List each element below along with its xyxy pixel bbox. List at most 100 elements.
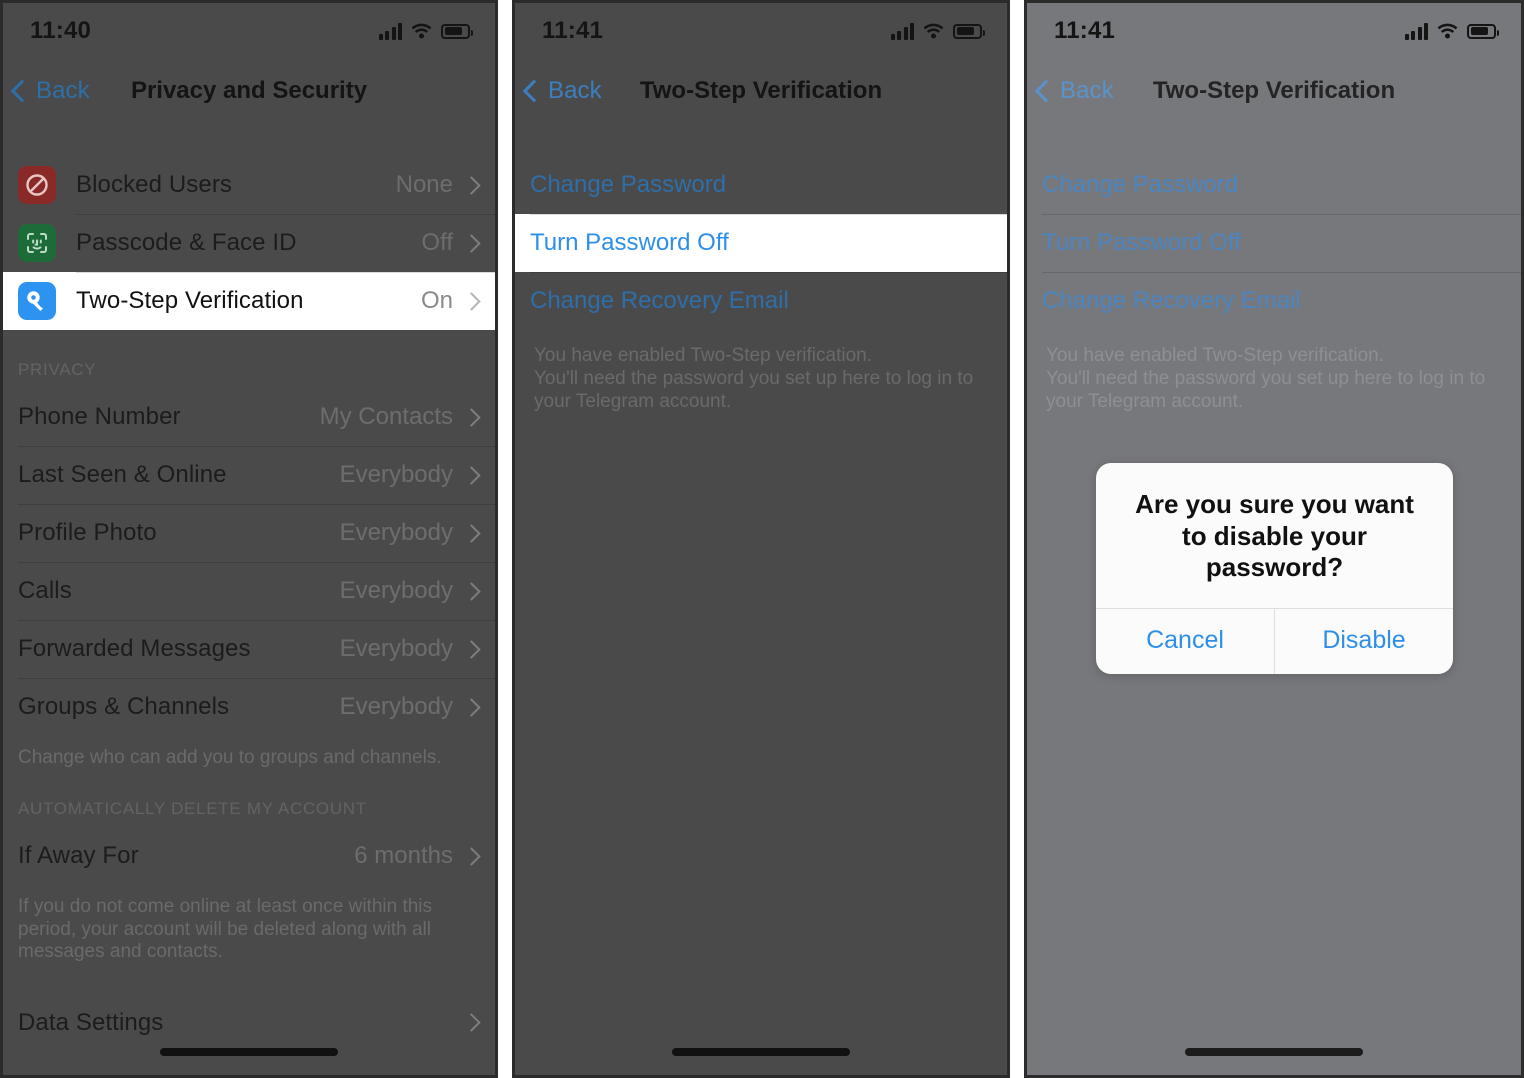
row-label: Calls	[18, 577, 72, 604]
three-panel-screenshot-collage: 11:40 Back Privacy and Security Blocked …	[0, 0, 1524, 1078]
phone-screen-privacy-and-security: 11:40 Back Privacy and Security Blocked …	[0, 0, 498, 1078]
link-change-password[interactable]: Change Password	[512, 156, 1010, 214]
status-bar-time: 11:40	[30, 17, 92, 44]
panel-top-edge	[0, 0, 498, 3]
blocked-users-icon	[18, 166, 56, 204]
wifi-icon	[923, 23, 944, 39]
home-indicator	[160, 1048, 338, 1056]
back-button-label: Back	[548, 77, 602, 104]
row-label: Profile Photo	[18, 519, 157, 546]
alert-title: Are you sure you want to disable your pa…	[1135, 489, 1414, 583]
wifi-icon	[411, 23, 432, 39]
row-phone-number[interactable]: Phone Number My Contacts	[0, 388, 498, 446]
privacy-section: Phone Number My Contacts Last Seen & Onl…	[0, 388, 498, 736]
phone-screen-two-step-verification: 11:41 Back Two-Step Verification Change …	[512, 0, 1010, 1078]
home-indicator	[672, 1048, 850, 1056]
row-profile-photo[interactable]: Profile Photo Everybody	[0, 504, 498, 562]
privacy-section-footer: Change who can add you to groups and cha…	[18, 747, 442, 768]
cellular-signal-icon	[890, 22, 914, 40]
face-id-icon	[18, 224, 56, 262]
chevron-right-icon	[462, 581, 481, 601]
chevron-right-icon	[462, 465, 481, 485]
back-button-label: Back	[36, 77, 90, 104]
chevron-right-icon	[462, 639, 481, 659]
row-label: Data Settings	[18, 1008, 164, 1036]
row-value: 6 months	[354, 842, 453, 870]
chevron-right-icon	[462, 1013, 481, 1032]
chevron-left-icon	[522, 79, 546, 103]
chevron-right-icon	[462, 847, 481, 866]
row-calls[interactable]: Calls Everybody	[0, 562, 498, 620]
link-turn-password-off[interactable]: Turn Password Off	[512, 214, 1010, 272]
row-blocked-users[interactable]: Blocked Users None	[0, 156, 498, 214]
status-bar-time: 11:41	[542, 17, 604, 44]
chevron-right-icon	[462, 697, 481, 717]
row-value: Off	[421, 229, 453, 256]
row-label: Groups & Channels	[18, 693, 230, 720]
link-label: Change Recovery Email	[530, 287, 789, 314]
phone-screen-disable-password-alert: 11:41 Back Two-Step Verification Change …	[1024, 0, 1524, 1078]
row-forwarded-messages[interactable]: Forwarded Messages Everybody	[0, 620, 498, 678]
row-label: Last Seen & Online	[18, 461, 227, 488]
panel-right-edge	[495, 0, 498, 1078]
panel-left-edge	[512, 0, 515, 1078]
status-bar-icons	[378, 22, 473, 40]
battery-icon	[953, 23, 985, 39]
cellular-signal-icon	[378, 22, 402, 40]
privacy-section-header: PRIVACY	[18, 360, 97, 379]
row-label: Passcode & Face ID	[76, 229, 297, 256]
cancel-button[interactable]: Cancel	[1096, 609, 1274, 674]
row-data-settings[interactable]: Data Settings	[0, 994, 498, 1052]
home-indicator	[1185, 1048, 1363, 1056]
row-value: Everybody	[339, 577, 453, 604]
two-step-actions-section: Change Password Turn Password Off Change…	[512, 156, 1010, 330]
auto-delete-section-header: AUTOMATICALLY DELETE MY ACCOUNT	[18, 799, 367, 819]
battery-icon	[441, 23, 473, 39]
row-value: On	[420, 287, 453, 314]
chevron-right-icon	[462, 175, 481, 195]
panel-left-edge	[1024, 0, 1027, 1078]
chevron-right-icon	[462, 523, 481, 543]
row-label: If Away For	[18, 842, 139, 870]
status-bar-icons	[890, 22, 985, 40]
row-value: Everybody	[339, 635, 453, 662]
nav-bar: Back Two-Step Verification	[512, 62, 1010, 120]
back-button[interactable]: Back	[0, 77, 90, 105]
row-value: Everybody	[339, 519, 453, 546]
row-label: Two-Step Verification	[76, 287, 304, 314]
chevron-left-icon	[10, 79, 34, 103]
row-value: None	[395, 171, 453, 198]
row-two-step-verification[interactable]: Two-Step Verification On	[0, 272, 498, 330]
chevron-right-icon	[462, 233, 481, 253]
row-passcode-face-id[interactable]: Passcode & Face ID Off	[0, 214, 498, 272]
link-label: Turn Password Off	[530, 229, 729, 256]
panel-right-edge	[1007, 0, 1010, 1078]
panel-top-edge	[1024, 0, 1524, 3]
row-value: Everybody	[339, 693, 453, 720]
two-step-note: You have enabled Two-Step verification. …	[534, 345, 974, 413]
row-label: Blocked Users	[76, 171, 233, 198]
link-label: Change Password	[530, 171, 727, 198]
data-settings-section: Data Settings	[0, 994, 498, 1052]
auto-delete-section-footer: If you do not come online at least once …	[18, 896, 433, 963]
row-label: Phone Number	[18, 403, 181, 430]
alert-buttons: Cancel Disable	[1096, 608, 1453, 675]
nav-bar: Back Privacy and Security	[0, 62, 498, 120]
row-if-away-for[interactable]: If Away For 6 months	[0, 827, 498, 885]
row-value: Everybody	[339, 461, 453, 488]
disable-button[interactable]: Disable	[1274, 609, 1453, 675]
row-value: My Contacts	[319, 403, 453, 430]
row-groups-channels[interactable]: Groups & Channels Everybody	[0, 678, 498, 736]
chevron-right-icon	[462, 407, 481, 427]
disable-password-alert: Are you sure you want to disable your pa…	[1096, 463, 1453, 675]
security-section: Blocked Users None Passcode & Face ID Of…	[0, 156, 498, 330]
row-last-seen-online[interactable]: Last Seen & Online Everybody	[0, 446, 498, 504]
row-label: Forwarded Messages	[18, 635, 251, 662]
status-bar: 11:40	[0, 0, 498, 62]
panel-left-edge	[0, 0, 3, 1078]
back-button[interactable]: Back	[512, 77, 602, 105]
link-change-recovery-email[interactable]: Change Recovery Email	[512, 272, 1010, 330]
